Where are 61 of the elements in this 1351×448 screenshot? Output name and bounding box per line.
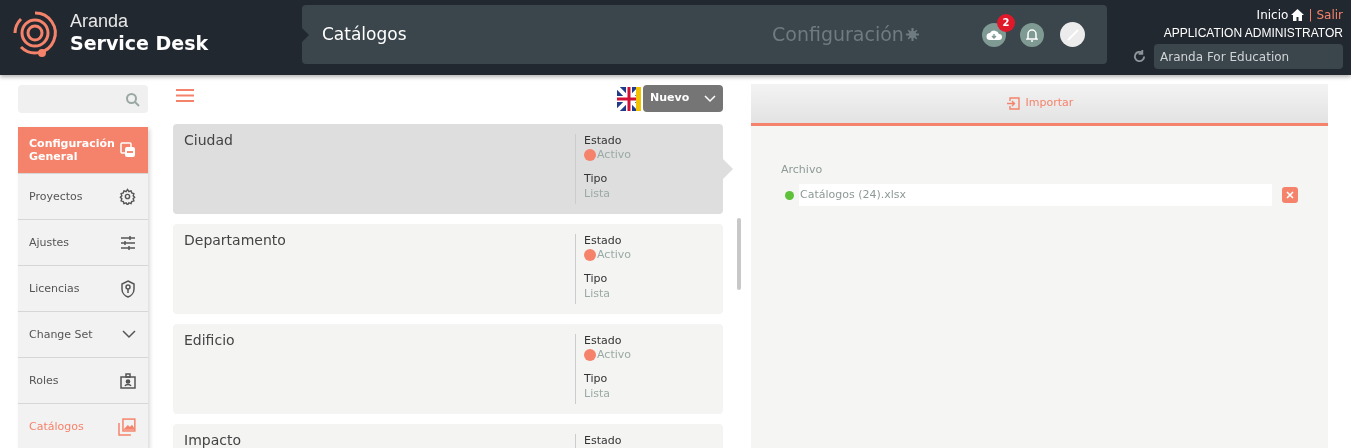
import-icon — [1005, 97, 1020, 110]
logout-link[interactable]: Salir — [1316, 7, 1343, 23]
gear-icon — [905, 28, 919, 41]
brand-name: Service Desk — [70, 31, 209, 55]
sidebar-item[interactable]: Change Set — [18, 311, 148, 357]
bell-icon — [1026, 27, 1038, 42]
refresh-icon[interactable] — [1133, 50, 1146, 63]
catalog-name: Departamento — [184, 232, 286, 248]
catalog-card[interactable]: Ciudad Estado Activo Tipo Lista — [173, 124, 723, 214]
field-label: Estado — [584, 434, 623, 448]
catalog-card[interactable]: Edificio Estado Activo Tipo Lista — [173, 324, 723, 414]
field-label: Tipo — [584, 272, 609, 286]
layers-icon — [120, 142, 136, 158]
shield-key-icon — [120, 279, 136, 298]
cloud-download-icon — [986, 28, 1002, 41]
notifications-button[interactable] — [1020, 22, 1044, 47]
status-text: Activo — [597, 348, 631, 362]
field-label: Estado — [584, 334, 623, 348]
catalog-card[interactable]: Impacto Estado — [173, 424, 723, 448]
user-name: APPLICATION ADMINISTRATOR — [1163, 25, 1343, 41]
field-label: Archivo — [781, 163, 823, 176]
catalog-name: Impacto — [184, 432, 241, 448]
wand-icon — [1065, 27, 1080, 42]
sliders-icon — [120, 234, 136, 251]
separator: | — [1308, 7, 1313, 23]
sidebar-item[interactable]: Ajustes — [18, 219, 148, 265]
new-button[interactable]: Nuevo — [643, 85, 723, 112]
selection-pointer — [723, 159, 733, 179]
gear-icon — [119, 188, 136, 205]
search-icon — [125, 91, 140, 107]
field-label: Tipo — [584, 372, 609, 386]
language-flag-icon[interactable] — [617, 86, 641, 111]
catalog-card[interactable]: Departamento Estado Activo Tipo Lista — [173, 224, 723, 314]
images-icon — [118, 417, 136, 436]
project-field[interactable]: Aranda For Education — [1154, 44, 1343, 69]
field-label: Estado — [584, 134, 623, 148]
id-badge-icon — [120, 372, 136, 389]
close-icon — [1286, 191, 1294, 199]
home-icon — [1291, 9, 1305, 21]
home-link[interactable]: Inicio — [1256, 7, 1289, 23]
pointer-notch — [301, 27, 309, 43]
brand-name: Aranda — [70, 11, 130, 31]
field-value: Lista — [584, 187, 611, 201]
catalog-name: Ciudad — [184, 132, 233, 148]
field-label: Tipo — [584, 172, 609, 186]
search-field[interactable] — [18, 85, 148, 113]
field-value: Lista — [584, 287, 611, 301]
notification-badge: 2 — [997, 13, 1015, 32]
chevron-down-icon — [704, 94, 716, 103]
scrollbar-thumb[interactable] — [737, 218, 741, 290]
page-title: Catálogos — [322, 22, 408, 46]
field-label: Estado — [584, 234, 623, 248]
status-text: Activo — [597, 248, 631, 262]
field-value: Lista — [584, 387, 611, 401]
sidebar-item[interactable]: Roles — [18, 357, 148, 403]
status-text: Activo — [597, 148, 631, 162]
sidebar-item[interactable]: Licencias — [18, 265, 148, 311]
catalog-name: Edificio — [184, 332, 235, 348]
avatar[interactable] — [1060, 22, 1085, 47]
chevron-down-icon — [122, 330, 136, 339]
sidebar-item[interactable]: Proyectos — [18, 173, 148, 219]
